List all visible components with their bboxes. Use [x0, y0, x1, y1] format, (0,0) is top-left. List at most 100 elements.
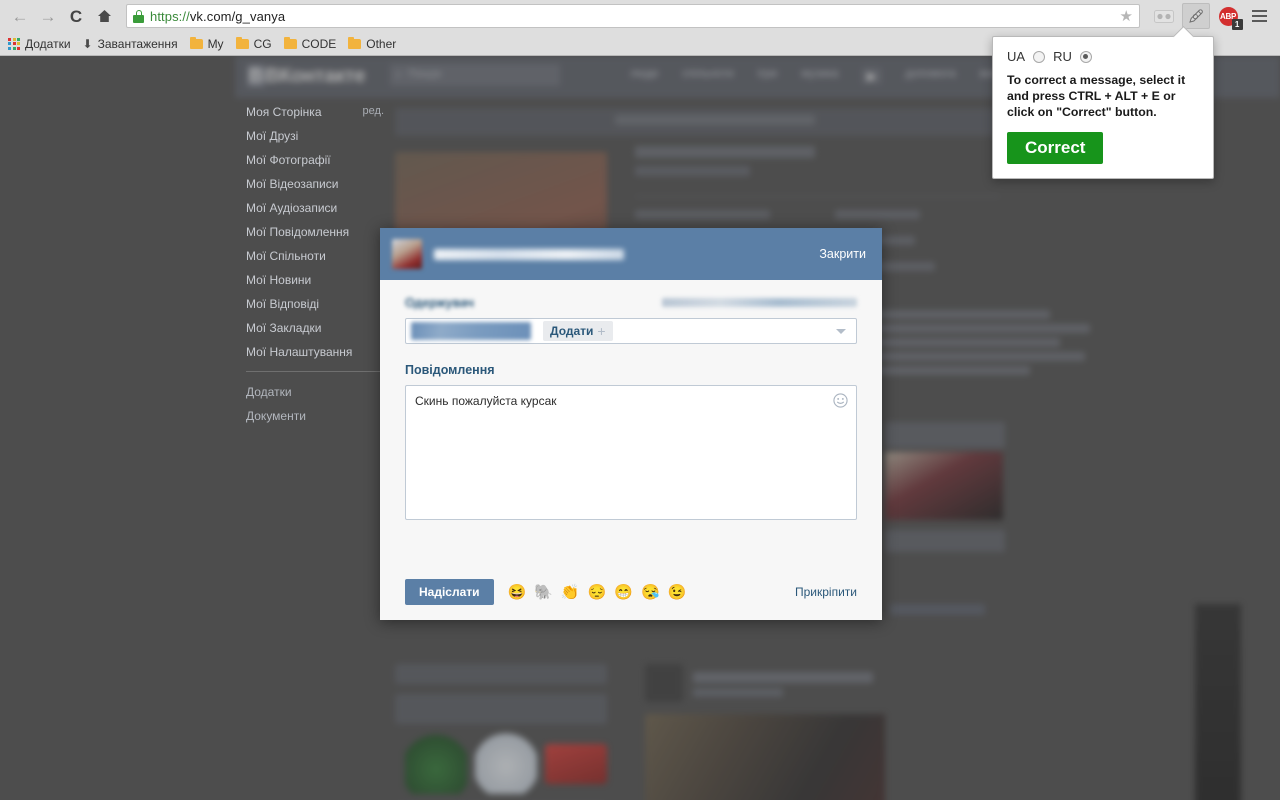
emoji-button[interactable]: 😔: [588, 585, 607, 600]
lang-ru-radio[interactable]: [1079, 50, 1092, 63]
folder-icon: [235, 36, 249, 49]
bookmark-item[interactable]: ⬇ Завантаження: [83, 37, 178, 51]
attach-button[interactable]: Прикріпити: [795, 585, 857, 599]
vk-gift-snowman[interactable]: [475, 732, 537, 794]
spellcheck-extension-popup: UA RU To correct a message, select it an…: [992, 36, 1214, 179]
emoji-button[interactable]: 😉: [668, 585, 687, 600]
send-button[interactable]: Надіслати: [405, 579, 494, 605]
vk-sidebar-menu: Моя Сторінка ред. Мої Друзі Мої Фотографії М…: [235, 100, 395, 428]
sidebar-item[interactable]: Мої Новини: [235, 268, 395, 292]
vk-nav-music[interactable]: музика: [801, 68, 838, 84]
recipient-input[interactable]: Додати +: [405, 318, 857, 344]
vk-logo[interactable]: В ВКонтакте: [247, 65, 366, 88]
folder-icon: [189, 36, 203, 49]
adblock-plus-icon[interactable]: ABP 1: [1214, 3, 1243, 30]
sidebar-item[interactable]: Мої Спільноти: [235, 244, 395, 268]
bookmark-label: Завантаження: [97, 36, 178, 51]
sidebar-item-label: Моя Сторінка: [246, 105, 322, 119]
sidebar-item[interactable]: Мої Фотографії: [235, 148, 395, 172]
vk-nav-help[interactable]: допомога: [905, 68, 955, 84]
dialog-footer: Надіслати 😆 🐘 👏 😔 😁 😪 😉 Прикріпити: [380, 564, 882, 620]
vk-search-input[interactable]: Пошук: [390, 64, 560, 86]
abp-count-badge: 1: [1231, 18, 1243, 30]
abp-badge-icon: ABP 1: [1218, 6, 1243, 30]
sidebar-item[interactable]: Мої Аудіозаписи: [235, 196, 395, 220]
address-bar[interactable]: https://vk.com/g_vanya ★: [126, 4, 1140, 28]
vk-post-author: [693, 672, 873, 683]
vk-post-photo[interactable]: [645, 714, 885, 800]
sidebar-item-label: Мої Друзі: [246, 129, 299, 143]
sidebar-item-label: Мої Спільноти: [246, 249, 326, 263]
emoji-button[interactable]: 😆: [508, 585, 527, 600]
vk-nav-games[interactable]: ігри: [758, 68, 778, 84]
sidebar-item[interactable]: Мої Друзі: [235, 124, 395, 148]
vk-friends-line-2: [850, 324, 1090, 333]
bookmark-item[interactable]: CG: [235, 36, 272, 51]
bookmark-item[interactable]: Other: [348, 36, 397, 51]
bookmark-label: CODE: [301, 36, 337, 51]
bookmark-item[interactable]: CODE: [283, 36, 337, 51]
chevron-down-icon[interactable]: [836, 328, 846, 334]
apps-grid-icon: [8, 37, 20, 50]
sidebar-item[interactable]: Мої Відповіді: [235, 292, 395, 316]
close-dialog-button[interactable]: Закрити: [819, 247, 866, 261]
bookmark-item[interactable]: Додатки: [8, 37, 71, 51]
emoji-button[interactable]: 👏: [561, 585, 580, 600]
smiley-icon[interactable]: [833, 393, 848, 408]
dialog-body: Одержувач Додати + Повідомлення Скинь по…: [380, 280, 882, 564]
vk-gift-present[interactable]: [545, 744, 607, 784]
download-arrow-icon: ⬇: [82, 36, 93, 51]
vk-nav-communities[interactable]: спільноти: [682, 68, 733, 84]
vk-nav-people[interactable]: люди: [630, 68, 658, 84]
recipient-hint-obscured[interactable]: [662, 298, 857, 307]
extension-glasses-icon[interactable]: [1150, 3, 1178, 29]
emoji-shortcut-row: 😆 🐘 👏 😔 😁 😪 😉: [508, 585, 687, 600]
forward-button[interactable]: →: [36, 4, 60, 28]
sidebar-divider: [246, 371, 384, 372]
sidebar-item-extra[interactable]: ред.: [363, 105, 384, 119]
home-icon[interactable]: [92, 4, 116, 28]
sidebar-item-label: Мої Відповіді: [246, 297, 320, 311]
recipient-chip-obscured[interactable]: [411, 322, 531, 340]
chrome-menu-icon[interactable]: [1246, 3, 1272, 29]
recipient-avatar: [392, 239, 422, 269]
sidebar-item[interactable]: Мої Повідомлення: [235, 220, 395, 244]
sidebar-item[interactable]: Моя Сторінка ред.: [235, 100, 395, 124]
bookmark-label: Other: [366, 36, 397, 51]
lang-ua-radio[interactable]: [1033, 50, 1046, 63]
emoji-button[interactable]: 😁: [614, 585, 633, 600]
vk-logo-text: ВКонтакте: [265, 65, 366, 87]
vk-last-seen-text: [615, 115, 815, 125]
folder-icon: [283, 36, 297, 49]
plus-icon: +: [597, 323, 606, 339]
sidebar-item-label: Мої Аудіозаписи: [246, 201, 338, 215]
reload-button[interactable]: C: [64, 4, 88, 28]
bookmark-item[interactable]: My: [189, 36, 224, 51]
back-button[interactable]: ←: [8, 4, 32, 28]
add-recipient-button[interactable]: Додати +: [543, 321, 613, 341]
message-textarea[interactable]: Скинь пожалуйста курсак: [405, 385, 857, 520]
sidebar-item[interactable]: Мої Відеозаписи: [235, 172, 395, 196]
emoji-button[interactable]: 😪: [641, 585, 660, 600]
bookmark-star-icon[interactable]: ★: [1120, 7, 1133, 25]
extension-pencil-icon[interactable]: [1182, 3, 1210, 29]
sidebar-extra-item[interactable]: Додатки: [235, 380, 395, 404]
emoji-button[interactable]: 🐘: [534, 585, 553, 600]
screen-root: ВВКонтакте Пошук люди спільноти ігри муз…: [0, 0, 1280, 800]
vk-nav-play-icon[interactable]: ▶: [862, 68, 882, 84]
sidebar-item[interactable]: Мої Закладки: [235, 316, 395, 340]
dialog-header: Закрити: [380, 228, 882, 280]
lang-ru-label: RU: [1053, 49, 1072, 64]
bookmark-label: My: [207, 36, 224, 51]
sidebar-extra-item[interactable]: Документи: [235, 404, 395, 428]
vk-gifts-count: [395, 664, 607, 684]
sidebar-item-label: Мої Налаштування: [246, 345, 353, 359]
sidebar-item-label: Мої Новини: [246, 273, 312, 287]
vk-gift-tree[interactable]: [405, 732, 467, 794]
sidebar-item[interactable]: Мої Налаштування: [235, 340, 395, 364]
new-message-dialog: Закрити Одержувач Додати + Повідомлення …: [380, 228, 882, 620]
correct-button[interactable]: Correct: [1007, 131, 1104, 164]
language-selector: UA RU: [1007, 49, 1199, 64]
vk-widget-link[interactable]: [890, 604, 985, 615]
sidebar-item-label: Мої Відеозаписи: [246, 177, 339, 191]
